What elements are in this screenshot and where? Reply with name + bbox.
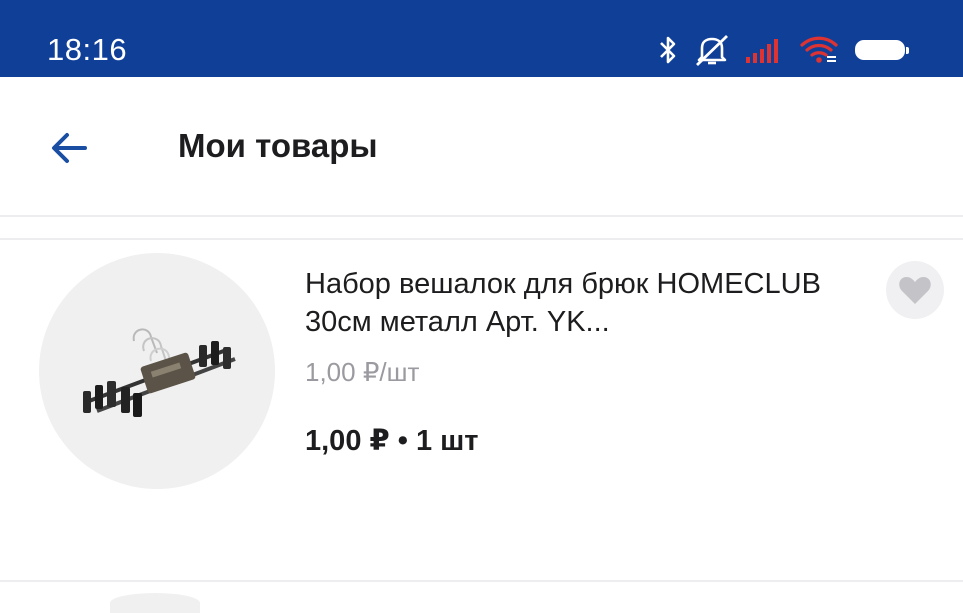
product-image[interactable] [39,253,275,489]
page-title: Мои товары [178,127,378,164]
total-price-quantity: 1,00 ₽ • 1 шт [305,425,479,457]
next-product-image[interactable] [110,593,200,613]
favorite-button[interactable] [886,261,944,319]
wifi-icon [800,36,838,63]
signal-icon [746,39,778,63]
hanger-set-image [83,328,236,417]
status-icons: 51 [657,30,909,70]
battery-level: 51 [871,41,889,58]
header-divider [0,215,963,217]
heart-icon [899,277,931,304]
status-bar: 18:16 51 [0,0,963,77]
product-card[interactable]: Набор вешалок для брюк HOMECLUB 30см мет… [0,241,963,581]
app-bar: Мои товары [0,77,963,216]
back-button[interactable] [42,125,96,171]
battery-icon: 51 [855,40,909,60]
bluetooth-icon [660,36,676,64]
product-name[interactable]: Набор вешалок для брюк HOMECLUB 30см мет… [305,265,865,341]
alarm-off-icon [696,34,728,67]
status-time: 18:16 [47,32,128,67]
card-top-divider [0,238,963,240]
unit-price: 1,00 ₽/шт [305,357,420,387]
arrow-left-icon [52,133,87,163]
card-bottom-divider [0,580,963,582]
